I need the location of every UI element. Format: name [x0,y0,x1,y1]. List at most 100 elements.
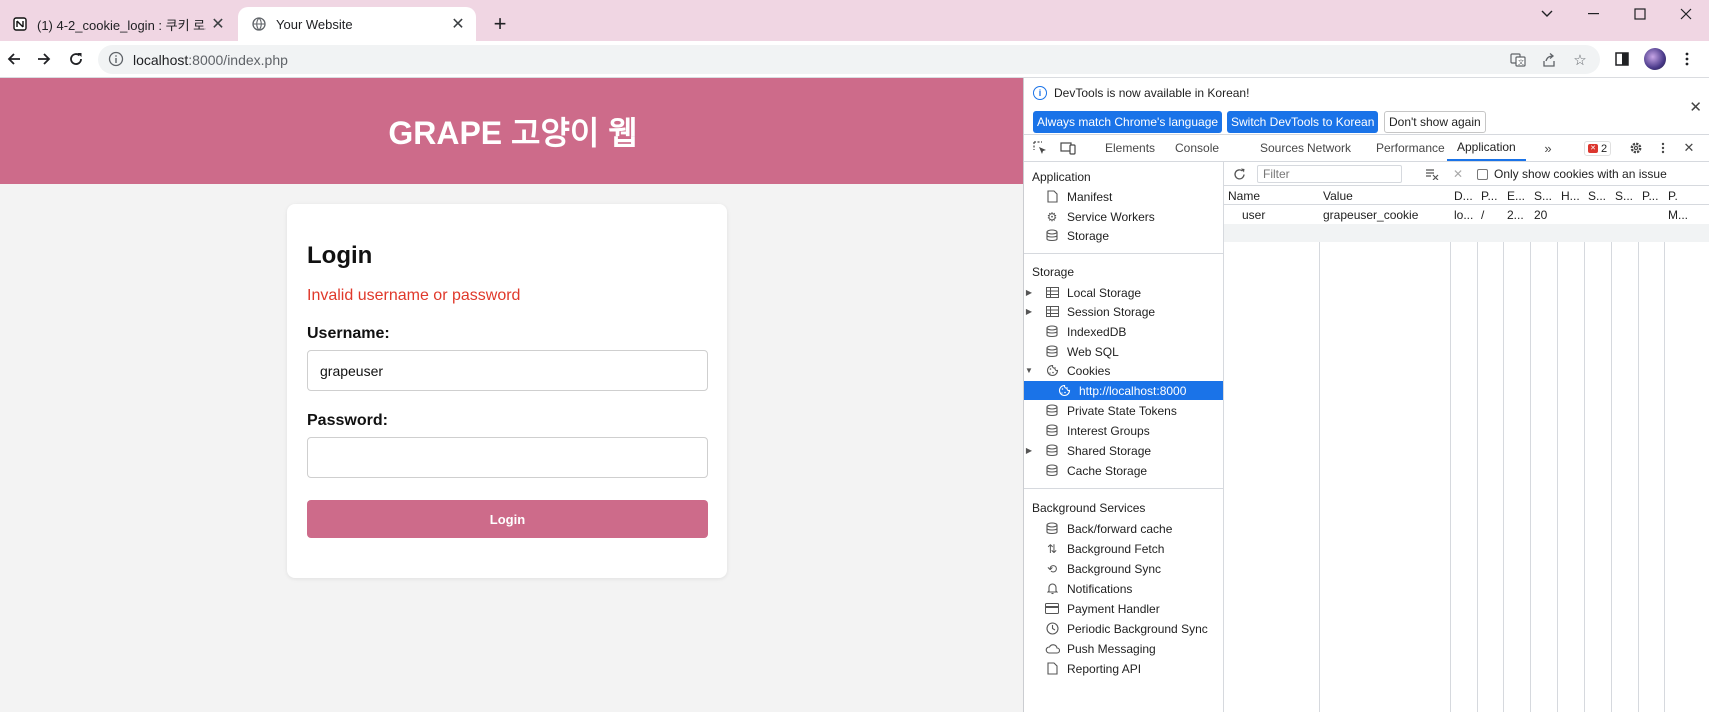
share-icon[interactable] [1540,51,1558,69]
column-header-value[interactable]: Value [1319,186,1450,205]
cookie-path-cell[interactable]: / [1477,205,1503,224]
devtools-menu-icon[interactable] [1654,139,1672,157]
sidebar-item-storage[interactable]: Storage [1024,226,1223,245]
sidebar-item-reporting-api[interactable]: Reporting API [1024,659,1223,678]
tab-performance[interactable]: Performance [1376,135,1445,161]
sidebar-item-periodic-background-sync[interactable]: Periodic Background Sync [1024,619,1223,638]
cookie-size-cell[interactable]: 20 [1530,205,1557,224]
back-arrow-icon[interactable] [0,45,28,73]
side-panel-icon[interactable] [1609,46,1635,72]
sidebar-item-session-storage[interactable]: ▶ Session Storage [1024,302,1223,321]
expand-triangle-icon[interactable]: ▶ [1024,288,1034,297]
login-error-message: Invalid username or password [307,287,521,304]
table-icon [1044,286,1060,300]
column-header-domain[interactable]: D... [1450,186,1477,205]
login-button[interactable]: Login [307,500,708,538]
cookie-secure-cell[interactable] [1584,205,1611,224]
username-field[interactable]: grapeuser [307,350,708,391]
address-bar[interactable]: localhost:8000/index.php 文 ☆ [98,45,1600,74]
dont-show-again-button[interactable]: Don't show again [1384,111,1486,133]
reload-icon[interactable] [62,45,90,73]
profile-avatar[interactable] [1642,46,1668,72]
sidebar-item-service-workers[interactable]: ⚙ Service Workers [1024,207,1223,226]
more-tabs-chevron-icon[interactable]: » [1539,139,1557,157]
translate-icon[interactable]: 文 [1509,51,1527,69]
sidebar-item-private-state-tokens[interactable]: Private State Tokens [1024,401,1223,420]
cookie-partition-cell[interactable] [1638,205,1664,224]
sidebar-item-web-sql[interactable]: Web SQL [1024,342,1223,361]
refresh-icon[interactable] [1230,165,1248,183]
tab-title: Your Website [276,16,353,32]
devtools-panel: i DevTools is now available in Korean! A… [1023,78,1709,712]
table-row[interactable]: user grapeuser_cookie lo... / 2... 20 M.… [1224,205,1709,224]
column-header-samesite[interactable]: S... [1611,186,1638,205]
cookie-value-cell[interactable]: grapeuser_cookie [1319,205,1450,224]
forward-arrow-icon[interactable] [30,45,58,73]
column-header-secure[interactable]: S... [1584,186,1611,205]
sidebar-item-notifications[interactable]: Notifications [1024,579,1223,598]
sidebar-item-payment-handler[interactable]: Payment Handler [1024,599,1223,618]
tab-elements[interactable]: Elements [1105,135,1155,161]
sidebar-item-shared-storage[interactable]: ▶ Shared Storage [1024,441,1223,460]
cookie-httponly-cell[interactable] [1557,205,1584,224]
sidebar-item-local-storage[interactable]: ▶ Local Storage [1024,283,1223,302]
cookie-samesite-cell[interactable] [1611,205,1638,224]
expand-triangle-icon[interactable]: ▶ [1024,307,1034,316]
close-tab-icon[interactable]: ✕ [446,12,470,36]
sidebar-item-background-fetch[interactable]: ⇅ Background Fetch [1024,539,1223,558]
sidebar-item-indexeddb[interactable]: IndexedDB [1024,322,1223,341]
tab-network[interactable]: Network [1307,135,1351,161]
collapse-triangle-icon[interactable]: ▼ [1024,366,1034,375]
minimize-icon[interactable] [1574,0,1614,28]
device-toolbar-icon[interactable] [1059,139,1077,157]
sidebar-item-interest-groups[interactable]: Interest Groups [1024,421,1223,440]
column-header-priority[interactable]: P. [1664,186,1709,205]
close-tab-icon[interactable]: ✕ [206,12,230,36]
cookie-name-cell[interactable]: user [1224,205,1319,224]
sidebar-item-background-sync[interactable]: ⟲ Background Sync [1024,559,1223,578]
up-down-arrows-icon: ⇅ [1046,541,1058,556]
cookie-expires-cell[interactable]: 2... [1503,205,1530,224]
bookmark-star-icon[interactable]: ☆ [1571,51,1589,69]
cookie-priority-cell[interactable]: M... [1664,205,1709,224]
error-count-badge[interactable]: ✕ 2 [1584,141,1612,156]
sidebar-item-cache-storage[interactable]: Cache Storage [1024,461,1223,480]
switch-to-korean-button[interactable]: Switch DevTools to Korean [1227,111,1379,133]
sidebar-item-manifest[interactable]: Manifest [1024,187,1223,206]
browser-tab-notion[interactable]: (1) 4-2_cookie_login : 쿠키 로그 ✕ [0,7,236,41]
expand-triangle-icon[interactable]: ▶ [1024,446,1034,455]
cookie-filter-input[interactable]: Filter [1257,165,1402,183]
settings-gear-icon[interactable] [1627,139,1645,157]
sidebar-item-cookies[interactable]: ▼ Cookies [1024,361,1223,380]
sidebar-item-back-forward-cache[interactable]: Back/forward cache [1024,519,1223,538]
tab-search-chevron-icon[interactable] [1527,0,1567,28]
new-tab-button[interactable]: + [486,10,514,38]
column-header-name[interactable]: Name [1224,186,1319,205]
inspect-element-icon[interactable] [1031,139,1049,157]
clear-all-cookies-icon[interactable] [1423,165,1441,183]
close-infobar-icon[interactable]: ✕ [1689,98,1702,116]
delete-selected-icon[interactable]: ✕ [1449,165,1467,183]
tab-sources[interactable]: Sources [1260,135,1304,161]
always-match-language-button[interactable]: Always match Chrome's language [1033,111,1223,133]
close-window-icon[interactable] [1666,0,1706,28]
checkbox-box[interactable] [1477,168,1488,180]
cookie-domain-cell[interactable]: lo... [1450,205,1477,224]
browser-tab-your-website[interactable]: Your Website ✕ [238,7,476,41]
close-devtools-icon[interactable]: ✕ [1680,139,1698,157]
column-header-expires[interactable]: E... [1503,186,1530,205]
column-divider [1584,186,1585,712]
column-header-path[interactable]: P... [1477,186,1503,205]
column-header-size[interactable]: S... [1530,186,1557,205]
only-issue-checkbox[interactable]: Only show cookies with an issue [1477,167,1667,181]
site-info-icon[interactable] [108,51,124,67]
kebab-menu-icon[interactable] [1674,46,1700,72]
column-header-partition[interactable]: P... [1638,186,1664,205]
sidebar-item-cookie-origin[interactable]: http://localhost:8000 [1024,381,1223,400]
tab-console[interactable]: Console [1175,135,1219,161]
password-field[interactable] [307,437,708,478]
column-header-httponly[interactable]: H... [1557,186,1584,205]
sidebar-item-push-messaging[interactable]: Push Messaging [1024,639,1223,658]
maximize-icon[interactable] [1620,0,1660,28]
tab-application[interactable]: Application [1447,135,1526,161]
